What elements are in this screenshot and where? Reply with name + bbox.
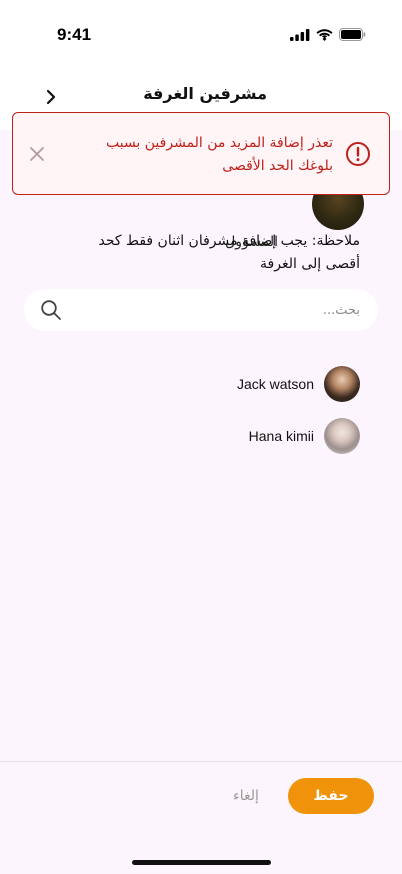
battery-icon — [339, 28, 366, 41]
back-button[interactable] — [40, 86, 62, 108]
close-icon — [30, 147, 44, 161]
search-bar — [24, 289, 378, 331]
error-toast: تعذر إضافة المزيد من المشرفين بسبب بلوغك… — [12, 112, 390, 195]
status-time: 9:41 — [57, 25, 92, 44]
status-icons — [290, 28, 366, 41]
member-avatar — [324, 418, 360, 454]
close-button[interactable] — [28, 145, 46, 163]
member-item[interactable]: Hana kimii — [249, 418, 360, 454]
wifi-icon — [316, 28, 333, 41]
member-name: Hana kimii — [248, 428, 314, 444]
admin-limit-note: ملاحظة: يجب إضافة مشرفان اثنان فقط كحد أ… — [98, 233, 360, 272]
home-indicator[interactable] — [132, 860, 271, 865]
page-title: مشرفين الغرفة — [143, 84, 267, 103]
cellular-signal-icon — [290, 28, 310, 41]
chevron-right-icon — [46, 89, 56, 105]
status-bar: 9:41 — [0, 0, 402, 62]
member-name: Jack watson — [236, 376, 314, 392]
cancel-button[interactable]: إلغاء — [220, 778, 272, 814]
footer-divider — [0, 761, 402, 762]
search-icon[interactable] — [40, 299, 62, 321]
member-item[interactable]: Jack watson — [237, 366, 360, 402]
search-input[interactable] — [84, 289, 360, 331]
save-button[interactable]: حفظ — [288, 778, 374, 814]
member-avatar — [324, 366, 360, 402]
error-message: تعذر إضافة المزيد من المشرفين بسبب بلوغك… — [105, 135, 333, 174]
exclamation-circle-icon — [346, 142, 370, 166]
